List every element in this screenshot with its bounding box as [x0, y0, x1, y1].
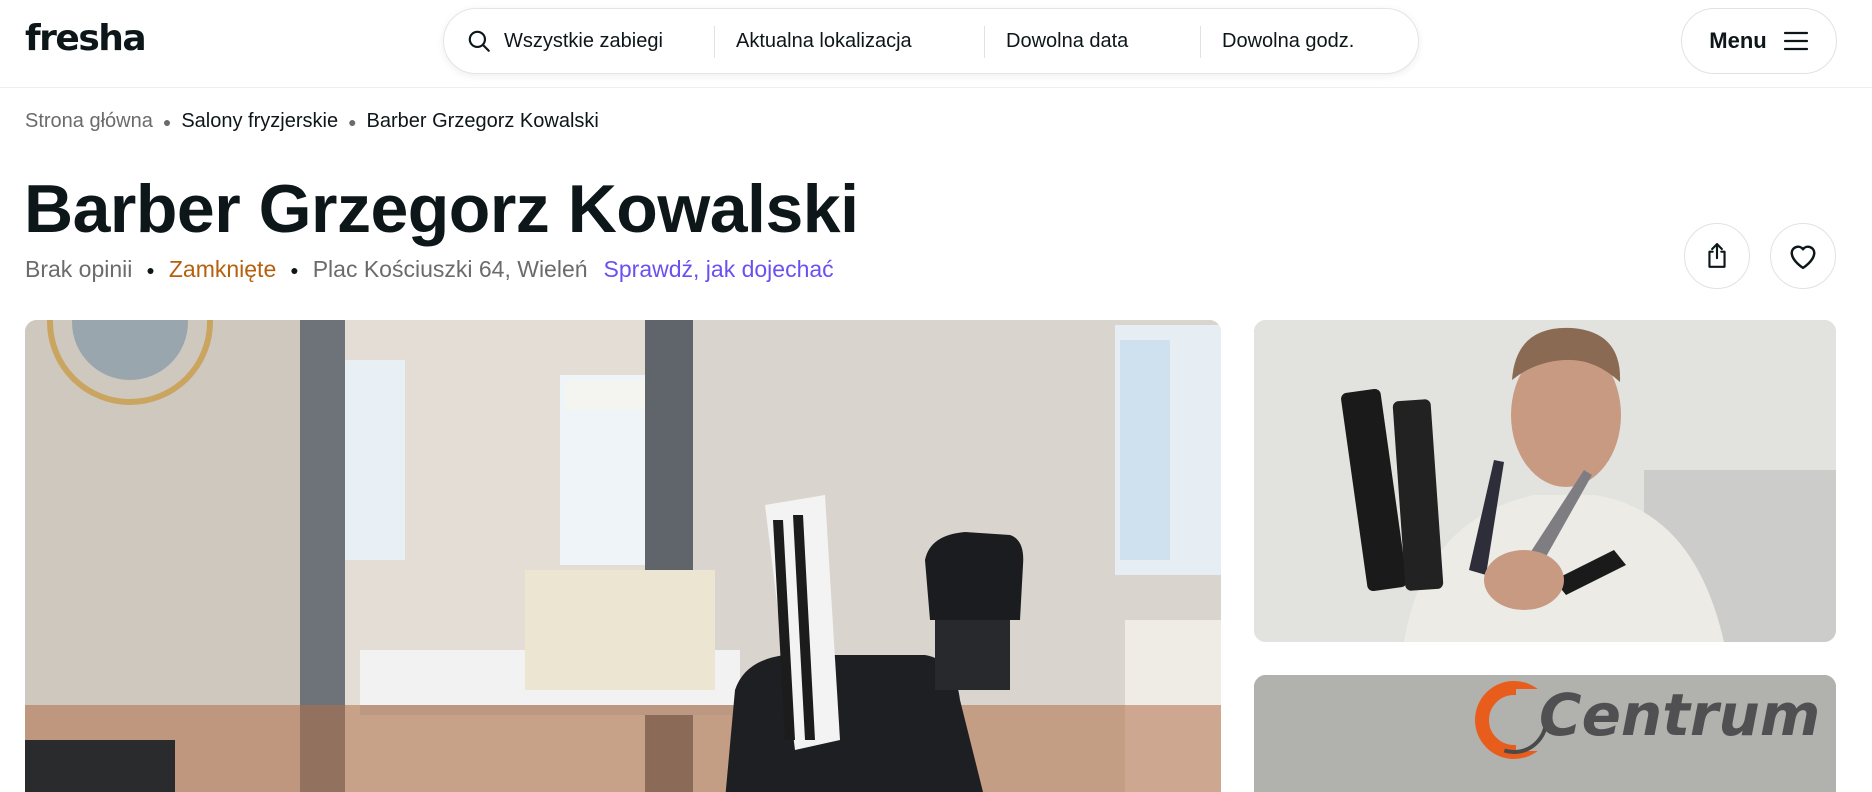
search-icon [468, 30, 490, 52]
menu-button[interactable]: Menu [1681, 8, 1837, 74]
top-header: fresha Wszystkie zabiegi Aktualna lokali… [0, 0, 1872, 88]
barber-portrait-photo[interactable] [1254, 320, 1836, 642]
storefront-sign-photo[interactable]: Centrum [1254, 675, 1836, 792]
search-date[interactable]: Dowolna data [984, 9, 1200, 73]
directions-link[interactable]: Sprawdź, jak dojechać [604, 256, 834, 283]
breadcrumb-separator: ● [162, 113, 172, 130]
page-title: Barber Grzegorz Kowalski [24, 171, 859, 247]
breadcrumb-home[interactable]: Strona główna [25, 110, 153, 133]
main-salon-photo[interactable] [25, 320, 1221, 792]
info-separator: ● [290, 261, 299, 278]
breadcrumb-current: Barber Grzegorz Kowalski [366, 110, 599, 132]
info-separator: ● [146, 261, 155, 278]
search-treatments-label: Wszystkie zabiegi [504, 29, 663, 52]
reviews-summary[interactable]: Brak opinii [25, 256, 132, 283]
breadcrumb-separator: ● [348, 113, 357, 130]
search-treatments[interactable]: Wszystkie zabiegi [444, 9, 714, 73]
menu-button-label: Menu [1709, 28, 1767, 53]
storefront-sign-text: Centrum [1539, 681, 1820, 749]
fresha-logo[interactable]: fresha [25, 18, 147, 59]
breadcrumb: Strona główna ● Salony fryzjerskie ● Bar… [25, 110, 599, 133]
heart-icon [1790, 245, 1816, 270]
search-date-label: Dowolna data [1006, 29, 1129, 52]
search-location-label: Aktualna lokalizacja [736, 29, 912, 52]
venue-address: Plac Kościuszki 64, Wieleń [312, 256, 588, 282]
search-location[interactable]: Aktualna lokalizacja [714, 9, 984, 73]
search-bar[interactable]: Wszystkie zabiegi Aktualna lokalizacja D… [443, 8, 1419, 74]
breadcrumb-category[interactable]: Salony fryzjerskie [181, 110, 338, 133]
search-time[interactable]: Dowolna godz. [1200, 9, 1418, 73]
search-time-label: Dowolna godz. [1222, 29, 1355, 52]
favorite-button[interactable] [1770, 223, 1836, 289]
share-icon [1708, 243, 1726, 268]
hamburger-icon [1783, 31, 1808, 51]
venue-info-row: Brak opinii ● Zamknięte ● Plac Kościuszk… [25, 256, 834, 283]
opening-status[interactable]: Zamknięte [169, 256, 276, 283]
share-button[interactable] [1684, 223, 1750, 289]
